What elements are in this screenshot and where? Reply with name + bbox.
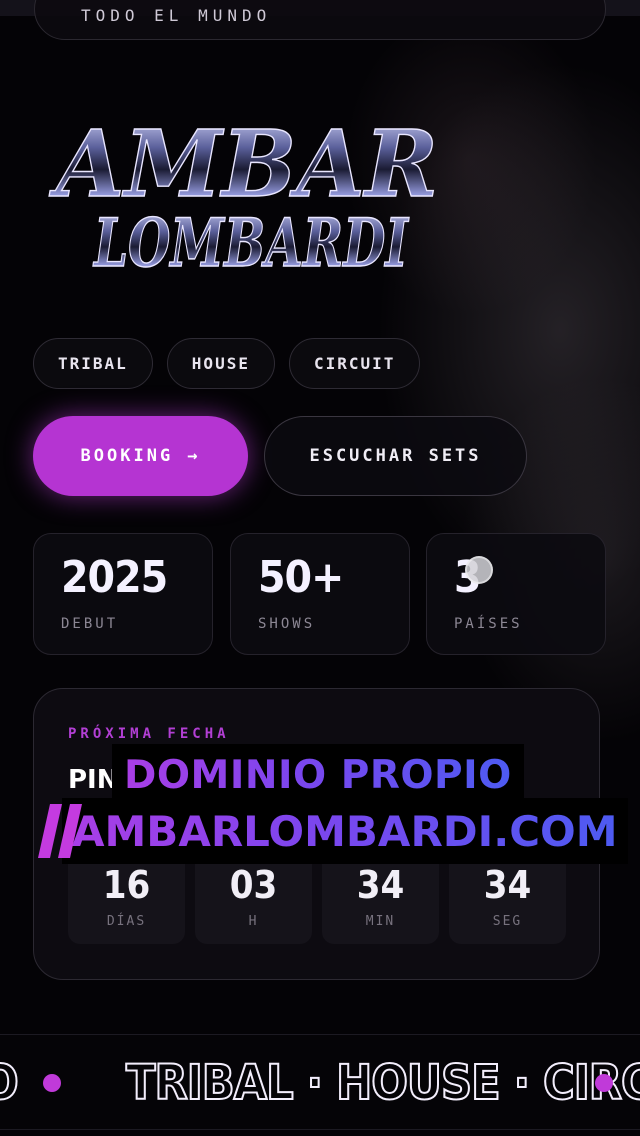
booking-button-label: BOOKING — [80, 446, 174, 466]
marquee-fragment: O — [0, 1053, 20, 1113]
dot-icon — [43, 1074, 61, 1092]
stat-label: DEBUT — [61, 616, 119, 632]
stat-card-debut: 2025 DEBUT — [33, 533, 213, 655]
countdown-hours: 03 H — [195, 852, 312, 944]
countdown-value: 16 — [102, 863, 151, 907]
stat-label: SHOWS — [258, 616, 316, 632]
stat-label: PAÍSES — [454, 616, 523, 632]
logo-line-2: LOMBARDI — [93, 204, 410, 282]
genre-marquee: O TRIBAL · HOUSE · CIRCUIT — [0, 1034, 640, 1130]
artist-logo: AMBAR LOMBARDI — [48, 84, 450, 284]
countdown: 16 DÍAS 03 H 34 MIN 34 SEG — [68, 852, 566, 944]
genre-tag-circuit[interactable]: CIRCUIT — [288, 338, 421, 389]
promo-overlay-text-2: AMBARLOMBARDI.COM — [72, 806, 618, 856]
stat-value: 50+ — [258, 552, 344, 603]
genre-tag-house[interactable]: HOUSE — [166, 338, 275, 389]
next-event-kicker: PRÓXIMA FECHA — [68, 726, 230, 742]
countdown-label: DÍAS — [106, 914, 147, 929]
countdown-value: 34 — [483, 863, 532, 907]
top-tagline-text: TODO EL MUNDO — [81, 6, 272, 25]
listen-sets-label: ESCUCHAR SETS — [309, 446, 482, 466]
right-arrow-icon: → — [187, 446, 201, 466]
genre-tag-tribal[interactable]: TRIBAL — [33, 338, 153, 389]
booking-button[interactable]: BOOKING → — [33, 416, 248, 496]
countdown-label: MIN — [365, 914, 396, 929]
countdown-days: 16 DÍAS — [68, 852, 185, 944]
genre-tags: TRIBAL HOUSE CIRCUIT — [33, 338, 421, 389]
promo-overlay-line-1: DOMINIO PROPIO — [112, 744, 524, 806]
stat-value: 2025 — [61, 552, 168, 603]
promo-overlay-line-2: AMBARLOMBARDI.COM — [62, 798, 628, 864]
logo-line-1: AMBAR — [48, 110, 438, 218]
countdown-seconds: 34 SEG — [449, 852, 566, 944]
artist-logo-graphic: AMBAR LOMBARDI — [48, 109, 439, 282]
promo-overlay-text-1: DOMINIO PROPIO — [124, 752, 512, 798]
dot-icon — [595, 1074, 613, 1092]
touch-cursor-indicator — [465, 556, 493, 584]
countdown-label: H — [248, 914, 259, 929]
stat-card-shows: 50+ SHOWS — [230, 533, 410, 655]
top-tagline-pill: TODO EL MUNDO — [34, 0, 606, 40]
slash-stripes-icon — [38, 804, 82, 858]
countdown-label: SEG — [492, 914, 523, 929]
countdown-minutes: 34 MIN — [322, 852, 439, 944]
countdown-value: 34 — [356, 863, 405, 907]
marquee-text: TRIBAL · HOUSE · CIRCUIT — [125, 1054, 640, 1112]
listen-sets-button[interactable]: ESCUCHAR SETS — [264, 416, 527, 496]
stat-card-countries: 3 PAÍSES — [426, 533, 606, 655]
countdown-value: 03 — [229, 863, 278, 907]
